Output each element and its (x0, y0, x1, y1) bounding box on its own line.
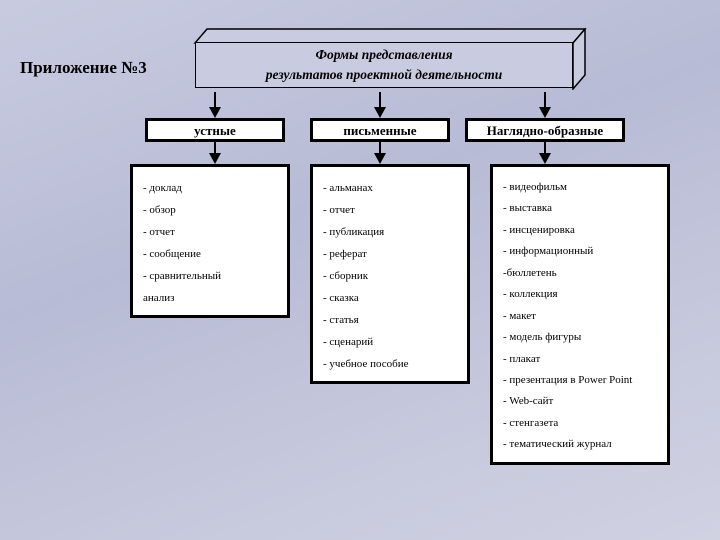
list-item: - публикация (323, 221, 457, 243)
list-item: - стенгазета (503, 413, 657, 434)
list-item: - отчет (323, 199, 457, 221)
category-oral: устные (145, 118, 285, 142)
arrow-down-icon (374, 153, 386, 164)
list-oral: - доклад- обзор- отчет- сообщение- сравн… (130, 164, 290, 318)
list-item: - сравнительный (143, 265, 277, 287)
list-visual: - видеофильм- выставка- инсценировка- ин… (490, 164, 670, 465)
list-item: - доклад (143, 177, 277, 199)
list-item: - информационный (503, 241, 657, 262)
list-item: - видеофильм (503, 177, 657, 198)
list-item: -бюллетень (503, 263, 657, 284)
list-item: анализ (143, 287, 277, 309)
list-item: - реферат (323, 243, 457, 265)
list-item: - модель фигуры (503, 327, 657, 348)
list-item: - плакат (503, 349, 657, 370)
arrow-down-icon (209, 107, 221, 118)
arrow-down-icon (539, 153, 551, 164)
list-item: - Web-сайт (503, 391, 657, 412)
list-item: - инсценировка (503, 220, 657, 241)
arrow-down-icon (539, 107, 551, 118)
list-item: - выставка (503, 198, 657, 219)
arrow-down-icon (209, 153, 221, 164)
page-title: Приложение №3 (20, 58, 147, 78)
list-item: - сообщение (143, 243, 277, 265)
connector (544, 92, 546, 108)
list-written: - альманах- отчет- публикация- реферат- … (310, 164, 470, 384)
list-item: - презентация в Power Point (503, 370, 657, 391)
list-item: - коллекция (503, 284, 657, 305)
list-item: - альманах (323, 177, 457, 199)
list-item: - сценарий (323, 331, 457, 353)
list-item: - сборник (323, 265, 457, 287)
list-item: - учебное пособие (323, 353, 457, 375)
list-item: - макет (503, 306, 657, 327)
list-item: - обзор (143, 199, 277, 221)
main-block: Формы представления результатов проектно… (195, 28, 585, 88)
list-item: - отчет (143, 221, 277, 243)
list-item: - тематический журнал (503, 434, 657, 455)
main-title-line1: Формы представления (315, 45, 452, 65)
list-item: - статья (323, 309, 457, 331)
category-visual: Наглядно-образные (465, 118, 625, 142)
connector (379, 92, 381, 108)
main-title-line2: результатов проектной деятельности (266, 65, 502, 85)
main-title: Формы представления результатов проектно… (195, 42, 573, 88)
category-written: письменные (310, 118, 450, 142)
connector (214, 92, 216, 108)
arrow-down-icon (374, 107, 386, 118)
list-item: - сказка (323, 287, 457, 309)
